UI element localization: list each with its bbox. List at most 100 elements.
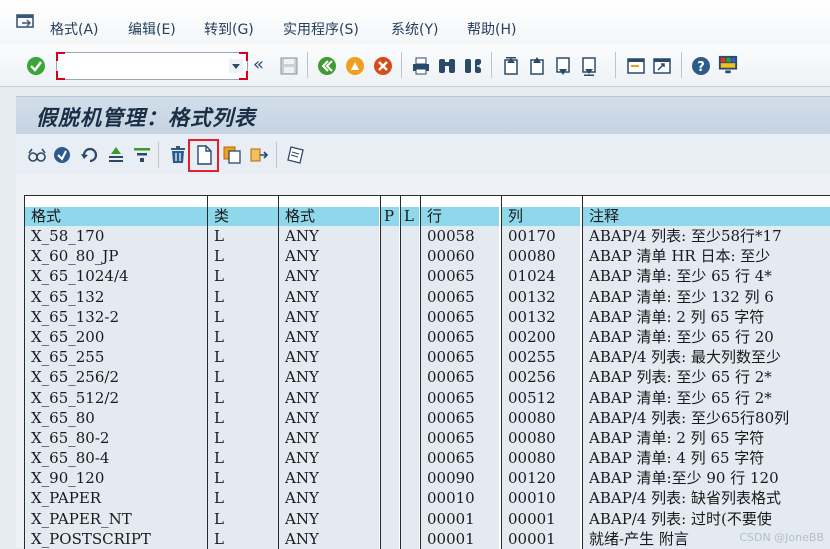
- back-icon[interactable]: [317, 56, 337, 76]
- menu-edit[interactable]: 编辑(E): [128, 19, 176, 39]
- session-menu-icon[interactable]: [16, 14, 36, 30]
- table-cell[interactable]: L: [214, 327, 278, 347]
- last-page-icon[interactable]: [579, 56, 599, 76]
- table-cell[interactable]: X_PAPER_NT: [31, 509, 207, 529]
- table-cell[interactable]: ABAP/4 列表: 至少58行*17: [589, 226, 830, 246]
- table-cell[interactable]: 00065: [427, 388, 499, 408]
- table-cell[interactable]: 00080: [508, 246, 580, 266]
- table-cell[interactable]: ANY: [285, 246, 379, 266]
- table-cell[interactable]: ANY: [285, 388, 379, 408]
- table-cell[interactable]: 00001: [427, 529, 499, 549]
- table-cell[interactable]: 00120: [508, 468, 580, 488]
- table-cell[interactable]: 00065: [427, 347, 499, 367]
- column-header[interactable]: 列: [502, 207, 580, 226]
- table-cell[interactable]: ABAP 清单: 至少 132 列 6: [589, 287, 830, 307]
- table-cell[interactable]: L: [214, 529, 278, 549]
- table-cell[interactable]: 00010: [508, 488, 580, 508]
- table-cell[interactable]: [407, 529, 419, 549]
- table-cell[interactable]: 00010: [427, 488, 499, 508]
- table-cell[interactable]: ANY: [285, 327, 379, 347]
- table-cell[interactable]: L: [214, 428, 278, 448]
- table-cell[interactable]: [387, 529, 399, 549]
- table-cell[interactable]: ANY: [285, 428, 379, 448]
- table-cell[interactable]: 00058: [427, 226, 499, 246]
- first-page-icon[interactable]: [501, 56, 521, 76]
- table-cell[interactable]: [407, 468, 419, 488]
- print-icon[interactable]: [411, 56, 431, 76]
- filter-icon[interactable]: [132, 145, 152, 165]
- table-cell[interactable]: X_65_512/2: [31, 388, 207, 408]
- table-cell[interactable]: [407, 428, 419, 448]
- table-cell[interactable]: X_65_1024/4: [31, 266, 207, 286]
- command-field[interactable]: [56, 52, 248, 80]
- table-cell[interactable]: X_90_120: [31, 468, 207, 488]
- save-icon[interactable]: [279, 56, 299, 76]
- table-cell[interactable]: ANY: [285, 488, 379, 508]
- table-cell[interactable]: 00065: [427, 367, 499, 387]
- table-cell[interactable]: [407, 246, 419, 266]
- table-cell[interactable]: X_60_80_JP: [31, 246, 207, 266]
- table-cell[interactable]: L: [214, 266, 278, 286]
- table-cell[interactable]: ABAP/4 列表: 至少65行80列: [589, 408, 830, 428]
- table-cell[interactable]: [407, 287, 419, 307]
- table-cell[interactable]: ANY: [285, 287, 379, 307]
- table-cell[interactable]: L: [214, 347, 278, 367]
- table-cell[interactable]: L: [214, 468, 278, 488]
- table-cell[interactable]: 01024: [508, 266, 580, 286]
- table-cell[interactable]: 00001: [427, 509, 499, 529]
- table-cell[interactable]: L: [214, 246, 278, 266]
- table-cell[interactable]: ANY: [285, 468, 379, 488]
- table-cell[interactable]: [387, 347, 399, 367]
- table-cell[interactable]: X_65_80: [31, 408, 207, 428]
- table-cell[interactable]: X_65_256/2: [31, 367, 207, 387]
- menu-goto[interactable]: 转到(G): [204, 19, 254, 39]
- table-cell[interactable]: L: [214, 226, 278, 246]
- help-icon[interactable]: ?: [691, 56, 711, 76]
- table-cell[interactable]: [387, 488, 399, 508]
- previous-page-icon[interactable]: [527, 56, 547, 76]
- table-cell[interactable]: X_65_255: [31, 347, 207, 367]
- table-cell[interactable]: ABAP 清单: 2 列 65 字符: [589, 428, 830, 448]
- shortcut-icon[interactable]: [652, 56, 672, 76]
- table-cell[interactable]: 00132: [508, 307, 580, 327]
- table-cell[interactable]: [407, 347, 419, 367]
- cancel-icon[interactable]: [373, 56, 393, 76]
- notes-icon[interactable]: [286, 145, 306, 165]
- table-cell[interactable]: 00065: [427, 448, 499, 468]
- table-cell[interactable]: L: [214, 388, 278, 408]
- menu-system[interactable]: 系统(Y): [391, 19, 438, 39]
- find-icon[interactable]: [437, 56, 457, 76]
- table-cell[interactable]: ANY: [285, 307, 379, 327]
- table-cell[interactable]: ANY: [285, 347, 379, 367]
- table-cell[interactable]: 00065: [427, 307, 499, 327]
- table-cell[interactable]: ANY: [285, 509, 379, 529]
- table-cell[interactable]: [407, 509, 419, 529]
- table-cell[interactable]: ANY: [285, 266, 379, 286]
- table-cell[interactable]: X_58_170: [31, 226, 207, 246]
- transport-icon[interactable]: [249, 145, 269, 165]
- table-cell[interactable]: [407, 448, 419, 468]
- table-cell[interactable]: [407, 408, 419, 428]
- enter-check-icon[interactable]: [26, 56, 46, 76]
- table-cell[interactable]: X_65_132-2: [31, 307, 207, 327]
- table-cell[interactable]: [387, 287, 399, 307]
- table-cell[interactable]: [387, 246, 399, 266]
- table-cell[interactable]: X_65_80-4: [31, 448, 207, 468]
- table-cell[interactable]: [387, 428, 399, 448]
- table-cell[interactable]: 00080: [508, 408, 580, 428]
- table-cell[interactable]: ABAP 清单: 至少 65 行 20: [589, 327, 830, 347]
- table-cell[interactable]: L: [214, 287, 278, 307]
- table-cell[interactable]: 00255: [508, 347, 580, 367]
- table-cell[interactable]: L: [214, 367, 278, 387]
- table-cell[interactable]: [407, 327, 419, 347]
- table-cell[interactable]: ABAP/4 列表: 过时(不要使: [589, 509, 830, 529]
- next-page-icon[interactable]: [553, 56, 573, 76]
- table-cell[interactable]: [387, 307, 399, 327]
- table-cell[interactable]: L: [214, 408, 278, 428]
- table-cell[interactable]: 00060: [427, 246, 499, 266]
- display-glasses-icon[interactable]: [27, 145, 47, 165]
- table-cell[interactable]: 00132: [508, 287, 580, 307]
- table-cell[interactable]: ABAP/4 列表: 缺省列表格式: [589, 488, 830, 508]
- column-header[interactable]: 类: [208, 207, 278, 226]
- refresh-icon[interactable]: [80, 145, 100, 165]
